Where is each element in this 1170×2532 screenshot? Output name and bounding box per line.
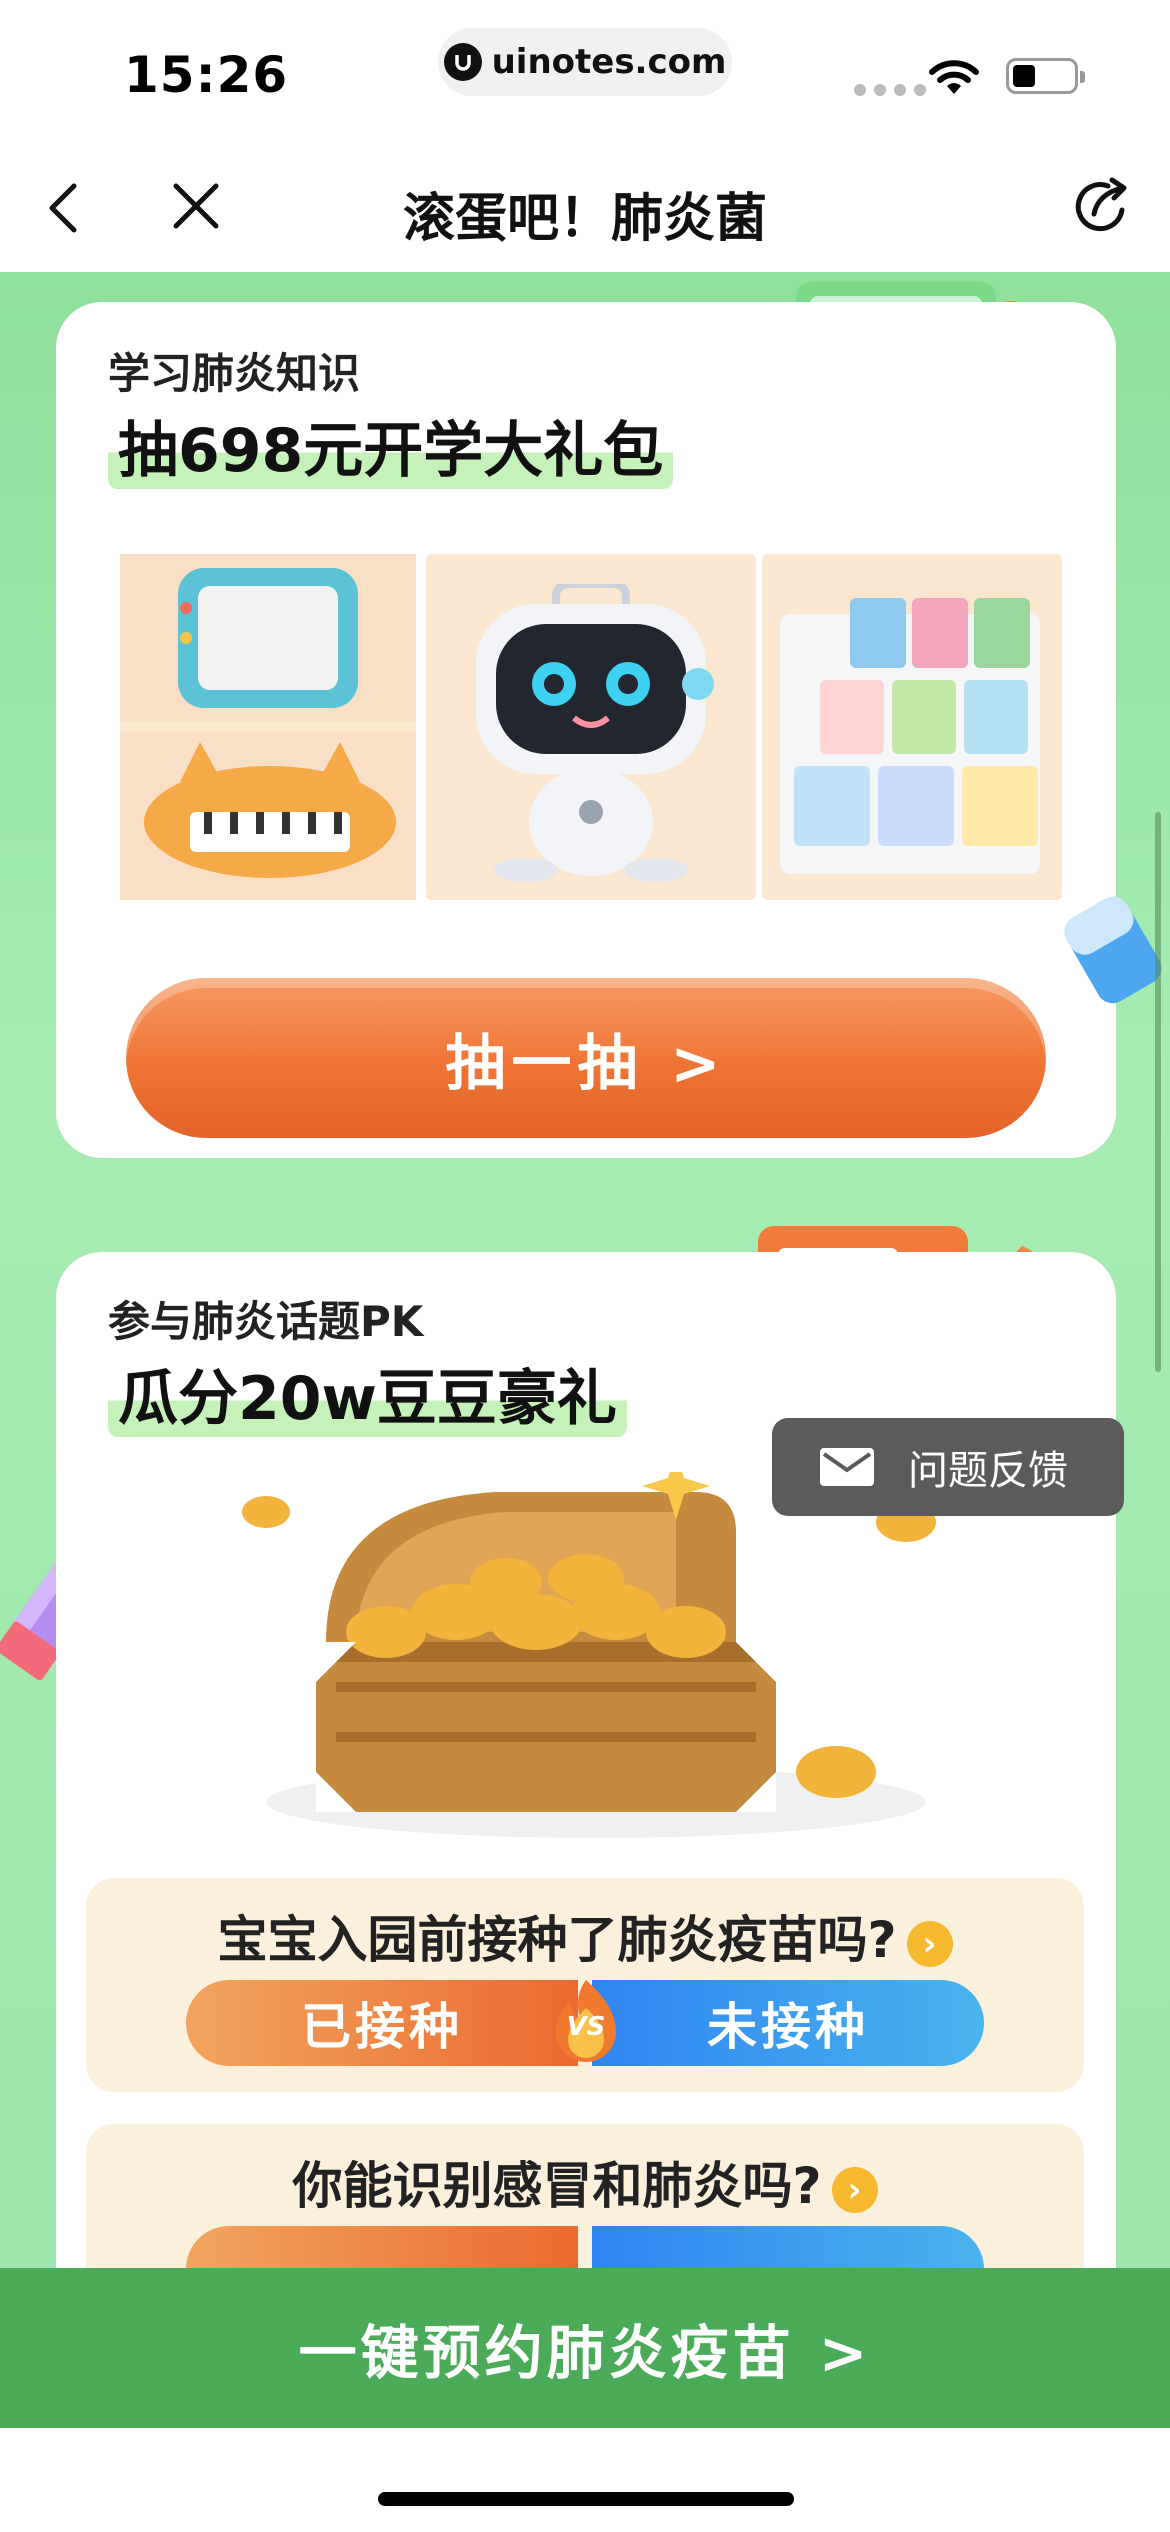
share-icon[interactable] <box>1070 174 1134 238</box>
feedback-label: 问题反馈 <box>908 1448 1068 1494</box>
drawing-board-icon <box>178 568 358 708</box>
pk-card: 参与肺炎话题PK 瓜分20w豆豆豪礼 宝宝入园前接种了肺炎疫苗吗? › 已接种 … <box>56 1252 1116 2268</box>
battery-icon <box>1006 58 1085 94</box>
page-title: 滚蛋吧！肺炎菌 <box>402 189 767 249</box>
chevron-right-icon[interactable]: › <box>906 1920 953 1967</box>
pk-subtitle: 参与肺炎话题PK <box>108 1297 424 1346</box>
vote-option-b-button[interactable] <box>592 2226 984 2268</box>
pk-question-card[interactable]: 宝宝入园前接种了肺炎疫苗吗? › 已接种 未接种 VS <box>86 1878 1084 2092</box>
vote-option-a-button[interactable] <box>186 2226 578 2268</box>
prize-robot-image <box>426 554 756 900</box>
url-pill[interactable]: uinotes.com <box>438 28 732 96</box>
home-indicator[interactable] <box>378 2492 794 2506</box>
status-time: 15:26 <box>124 46 289 104</box>
scrollbar[interactable] <box>1155 812 1161 1372</box>
prize-cards-image <box>762 554 1062 900</box>
lock-icon <box>443 43 482 81</box>
lottery-subtitle: 学习肺炎知识 <box>108 349 361 398</box>
chevron-right-icon[interactable]: › <box>831 2166 878 2213</box>
status-bar: 15:26 uinotes.com <box>0 0 1170 140</box>
prize-toys-image <box>120 554 416 900</box>
feedback-button[interactable]: 问题反馈 <box>772 1418 1124 1516</box>
flash-cards-icon <box>780 598 1040 874</box>
draw-lottery-button[interactable]: 抽一抽 > <box>126 978 1046 1138</box>
treasure-chest-illustration <box>242 1472 936 1838</box>
pk-title: 瓜分20w豆豆豪礼 <box>108 1350 627 1437</box>
vs-flame-icon: VS <box>548 1978 624 2068</box>
pk-question-text: 宝宝入园前接种了肺炎疫苗吗? › <box>86 1900 1084 1972</box>
pk-question-text: 你能识别感冒和肺炎吗? › <box>86 2146 1084 2218</box>
robot-icon <box>476 584 714 882</box>
nav-bar: 滚蛋吧！肺炎菌 <box>0 140 1170 272</box>
book-vaccine-button[interactable]: 一键预约肺炎疫苗 > <box>0 2268 1170 2428</box>
pk-question-card[interactable]: 你能识别感冒和肺炎吗? › <box>86 2124 1084 2268</box>
toy-piano-icon <box>144 742 396 878</box>
url-text: uinotes.com <box>491 42 727 82</box>
signal-icon <box>854 84 926 96</box>
main-content[interactable]: 学习肺炎知识 抽698元开学大礼包 抽一抽 > 参与肺炎话题PK 瓜分20w豆豆… <box>0 272 1170 2268</box>
home-area <box>0 2428 1170 2532</box>
lottery-title: 抽698元开学大礼包 <box>108 402 674 489</box>
vote-not-vaccinated-button[interactable]: 未接种 <box>592 1980 984 2066</box>
wifi-icon <box>929 60 979 94</box>
vote-vaccinated-button[interactable]: 已接种 <box>186 1980 578 2066</box>
mail-icon <box>820 1448 874 1486</box>
lottery-card: 学习肺炎知识 抽698元开学大礼包 抽一抽 > <box>56 302 1116 1158</box>
